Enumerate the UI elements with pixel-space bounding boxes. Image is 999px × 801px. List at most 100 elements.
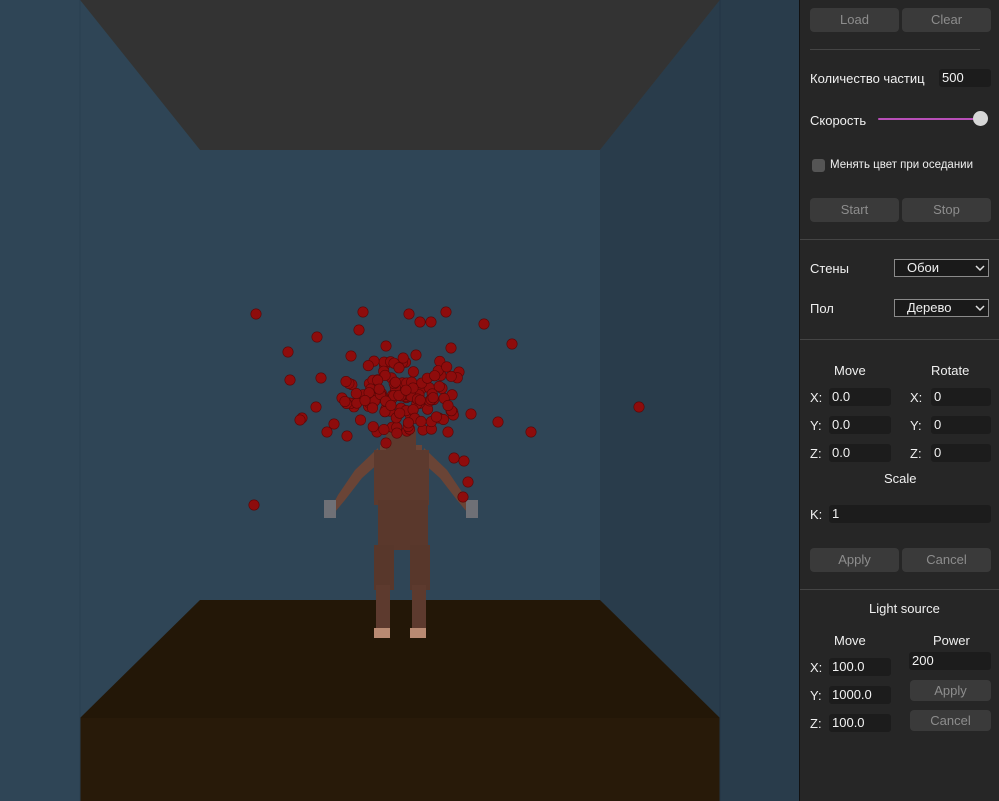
light-power-header: Power [933, 633, 970, 648]
particle [380, 437, 392, 449]
particle [425, 316, 437, 328]
particle [633, 401, 645, 413]
particle [378, 423, 390, 435]
particle [359, 394, 371, 406]
speed-slider-track[interactable] [878, 118, 986, 120]
light-y-label: Y: [810, 688, 822, 703]
particle [353, 324, 365, 336]
particle [407, 366, 419, 378]
light-z-input[interactable]: 100.0 [829, 714, 891, 732]
light-x-input[interactable]: 100.0 [829, 658, 891, 676]
particle [427, 392, 439, 404]
particle [248, 499, 260, 511]
particle [328, 418, 340, 430]
particle [294, 414, 306, 426]
scene-viewport[interactable] [0, 0, 800, 801]
particle [310, 401, 322, 413]
move-header: Move [834, 363, 866, 378]
move-x-input[interactable]: 0.0 [829, 388, 891, 406]
rotate-x-input[interactable]: 0 [931, 388, 991, 406]
transform-cancel-button[interactable]: Cancel [902, 548, 991, 572]
speed-label: Скорость [810, 113, 867, 128]
divider [800, 589, 999, 590]
particle [415, 415, 427, 427]
move-z-input[interactable]: 0.0 [829, 444, 891, 462]
light-apply-button[interactable]: Apply [910, 680, 991, 701]
particle [362, 360, 374, 372]
particle [339, 395, 351, 407]
particle [442, 399, 454, 411]
particle [403, 308, 415, 320]
particle [393, 362, 405, 374]
light-power-input[interactable]: 200 [909, 652, 991, 670]
clear-button[interactable]: Clear [902, 8, 991, 32]
particle [400, 384, 412, 396]
particle [389, 376, 401, 388]
light-cancel-button[interactable]: Cancel [910, 710, 991, 731]
light-x-label: X: [810, 660, 823, 675]
rotate-y-input[interactable]: 0 [931, 416, 991, 434]
particle [457, 491, 469, 503]
particle [445, 370, 457, 382]
particle [445, 342, 457, 354]
color-change-checkbox[interactable] [812, 159, 825, 172]
particle [402, 417, 414, 429]
color-change-label: Менять цвет при оседании [830, 159, 974, 171]
walls-select-value: Обои [907, 260, 940, 275]
floor-select[interactable]: Дерево [894, 299, 989, 317]
particle [429, 370, 441, 382]
floor-front [80, 718, 720, 801]
room-scene [0, 0, 799, 801]
particle [525, 426, 537, 438]
walls-label: Стены [810, 261, 849, 276]
particle [458, 455, 470, 467]
particle [440, 306, 452, 318]
move-x-label: X: [810, 390, 823, 405]
particle [315, 372, 327, 384]
particle [462, 476, 474, 488]
particle [410, 349, 422, 361]
particle [397, 352, 409, 364]
floor-select-value: Дерево [907, 300, 952, 315]
particle [354, 414, 366, 426]
particle [341, 430, 353, 442]
light-move-header: Move [834, 633, 866, 648]
particle [282, 346, 294, 358]
transform-apply-button[interactable]: Apply [810, 548, 899, 572]
rotate-header: Rotate [931, 363, 970, 378]
particle [414, 316, 426, 328]
rotate-y-label: Y: [910, 418, 922, 433]
move-y-input[interactable]: 0.0 [829, 416, 891, 434]
walls-select[interactable]: Обои [894, 259, 989, 277]
particle [350, 387, 362, 399]
rotate-z-input[interactable]: 0 [931, 444, 991, 462]
rotate-z-label: Z: [910, 446, 922, 461]
stop-button[interactable]: Stop [902, 198, 991, 222]
load-button[interactable]: Load [810, 8, 899, 32]
speed-slider-thumb[interactable] [973, 111, 988, 126]
control-panel: Load Clear Количество частиц 500 Скорост… [800, 0, 999, 801]
particle [414, 394, 426, 406]
floor-label: Пол [810, 301, 834, 316]
particle [391, 427, 403, 439]
particle [311, 331, 323, 343]
particle [345, 350, 357, 362]
particle [478, 318, 490, 330]
rotate-x-label: X: [910, 390, 923, 405]
particle [448, 452, 460, 464]
move-y-label: Y: [810, 418, 822, 433]
light-source-title: Light source [869, 601, 940, 616]
move-z-label: Z: [810, 446, 822, 461]
particle [385, 399, 397, 411]
particle [367, 421, 379, 433]
scale-k-input[interactable]: 1 [829, 505, 991, 523]
divider [800, 339, 999, 340]
light-y-input[interactable]: 1000.0 [829, 686, 891, 704]
particle [492, 416, 504, 428]
scale-k-label: K: [810, 507, 823, 522]
chevron-down-icon [975, 305, 985, 312]
particle [506, 338, 518, 350]
start-button[interactable]: Start [810, 198, 899, 222]
particle [441, 361, 453, 373]
particle-count-input[interactable]: 500 [939, 69, 991, 87]
